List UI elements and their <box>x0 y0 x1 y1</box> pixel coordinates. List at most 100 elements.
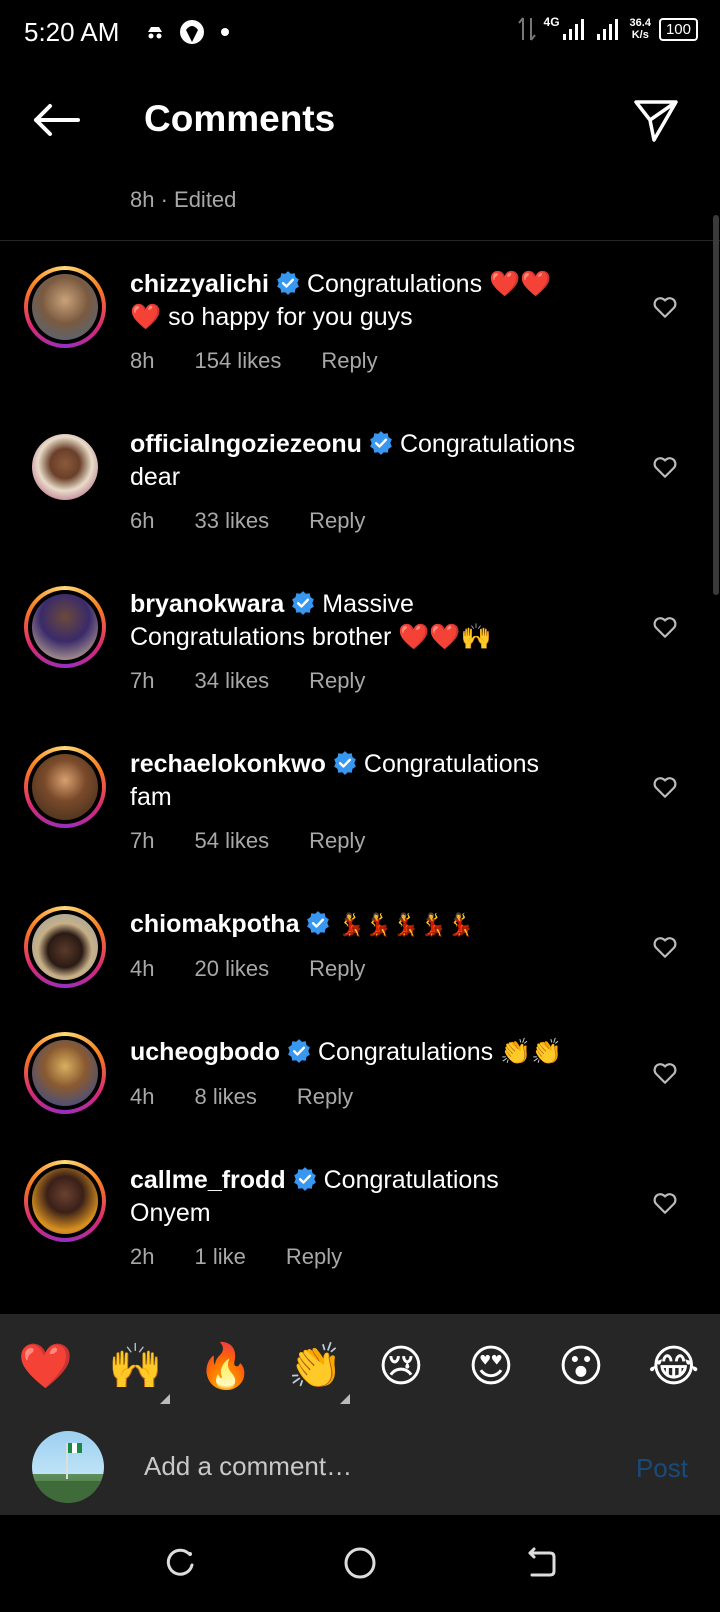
comment-username[interactable]: chiomakpotha <box>130 910 299 938</box>
reply-button[interactable]: Reply <box>297 1084 353 1110</box>
avatar[interactable] <box>24 746 106 828</box>
avatar-image <box>32 1168 98 1234</box>
heart-icon[interactable] <box>652 774 678 800</box>
comment-meta: 8h 154 likes Reply <box>130 348 418 374</box>
comment-message-continued: ❤️ so happy for you guys <box>130 303 413 331</box>
avatar[interactable] <box>24 906 106 988</box>
verified-badge-icon <box>370 431 392 455</box>
reply-button[interactable]: Reply <box>321 348 377 374</box>
reply-button[interactable]: Reply <box>309 668 365 694</box>
comment-username[interactable]: rechaelokonkwo <box>130 750 326 778</box>
back-arrow-icon[interactable] <box>30 100 82 140</box>
recent-apps-icon[interactable] <box>162 1545 198 1581</box>
heart-icon[interactable] <box>652 454 678 480</box>
post-button[interactable]: Post <box>636 1453 688 1484</box>
comment-message: Congratulations <box>399 430 576 458</box>
comment-message: Congratulations ❤️❤️ <box>306 270 552 298</box>
comment-input[interactable]: Add a comment… <box>144 1451 352 1482</box>
scrollbar[interactable] <box>713 215 719 595</box>
my-avatar[interactable] <box>32 1431 104 1503</box>
comment-meta: 2h 1 like Reply <box>130 1244 382 1270</box>
comment-message: Massive <box>322 590 414 618</box>
incognito-icon <box>148 27 162 39</box>
comment-meta: 7h 34 likes Reply <box>130 668 405 694</box>
comment-time: 4h <box>130 1084 155 1109</box>
comment-likes[interactable]: 20 likes <box>194 956 269 982</box>
back-nav-icon[interactable] <box>522 1545 558 1581</box>
reply-button[interactable]: Reply <box>309 508 365 534</box>
status-notification-icons <box>146 18 230 46</box>
emoji-reaction-bar: ❤️ 🙌 🔥 👏 😢 😍 😮 😂 <box>0 1314 720 1419</box>
battery-indicator: 100 <box>658 17 698 41</box>
avatar[interactable] <box>24 1032 106 1114</box>
verified-badge-icon <box>293 1167 316 1191</box>
comment-likes[interactable]: 154 likes <box>194 348 281 374</box>
heart-icon[interactable] <box>652 1190 678 1216</box>
heart-icon[interactable] <box>652 614 678 640</box>
reply-button[interactable]: Reply <box>309 956 365 982</box>
comment-likes[interactable]: 8 likes <box>194 1084 256 1110</box>
avatar[interactable] <box>24 586 106 668</box>
comment-time: 4h <box>130 956 155 981</box>
verified-badge-icon <box>334 751 356 775</box>
comment-username[interactable]: bryanokwara <box>130 590 284 618</box>
avatar[interactable] <box>24 426 106 508</box>
status-time: 5:20 AM <box>24 17 120 47</box>
reply-button[interactable]: Reply <box>286 1244 342 1270</box>
comment-likes[interactable]: 34 likes <box>194 668 269 694</box>
system-nav-bar <box>0 1515 720 1612</box>
comment-username[interactable]: chizzyalichi <box>130 270 269 298</box>
comment-likes[interactable]: 54 likes <box>194 828 269 854</box>
emoji-heart[interactable]: ❤️ <box>18 1342 73 1392</box>
emoji-raised-hands[interactable]: 🙌 <box>108 1342 163 1392</box>
comment-meta: 4h 20 likes Reply <box>130 956 405 982</box>
comment-message: 💃💃💃💃💃 <box>337 912 475 937</box>
reply-button[interactable]: Reply <box>309 828 365 854</box>
heart-icon[interactable] <box>652 1060 678 1086</box>
network-speed: 36.4 K/s <box>629 17 651 41</box>
caption-meta: 8h · Edited <box>130 187 237 212</box>
signal-icon-2 <box>596 19 618 40</box>
comment-message: Congratulations <box>363 750 540 778</box>
comment-text: chiomakpotha 💃💃💃💃💃 <box>130 908 620 941</box>
comment-likes[interactable]: 33 likes <box>194 508 269 534</box>
avatar-image <box>32 754 98 820</box>
comment-username[interactable]: officialngoziezeonu <box>130 430 362 458</box>
comment-time: 7h <box>130 828 155 853</box>
emoji-fire[interactable]: 🔥 <box>198 1342 253 1392</box>
comment-time: 8h <box>130 348 155 373</box>
avatar[interactable] <box>24 1160 106 1242</box>
send-icon[interactable] <box>632 96 680 144</box>
comment-message: Congratulations 👏👏 <box>317 1038 563 1066</box>
comment-username[interactable]: ucheogbodo <box>130 1038 280 1066</box>
comment-username[interactable]: callme_frodd <box>130 1166 286 1194</box>
comment-time: 2h <box>130 1244 155 1269</box>
comment-likes[interactable]: 1 like <box>194 1244 245 1270</box>
home-icon[interactable] <box>342 1545 378 1581</box>
comment-text: chizzyalichi Congratulations ❤️❤️ ❤️ so ha… <box>130 268 620 334</box>
heart-icon[interactable] <box>652 934 678 960</box>
comment-input-bar: Add a comment… Post <box>0 1419 720 1515</box>
emoji-surprised[interactable]: 😮 <box>558 1342 604 1392</box>
emoji-laughing[interactable]: 😂 <box>648 1342 699 1392</box>
comment-text: callme_frodd Congratulations Onyem <box>130 1164 620 1230</box>
data-arrows-icon <box>517 17 536 41</box>
comment-text: rechaelokonkwo Congratulations fam <box>130 748 620 814</box>
skin-tone-indicator-icon <box>160 1394 170 1404</box>
avatar-image <box>32 1443 104 1503</box>
emoji-clap[interactable]: 👏 <box>288 1342 343 1392</box>
emoji-heart-eyes[interactable]: 😍 <box>468 1342 514 1392</box>
signal-icon <box>562 19 584 40</box>
comment-time: 7h <box>130 668 155 693</box>
avatar[interactable] <box>24 266 106 348</box>
emoji-crying[interactable]: 😢 <box>378 1342 424 1392</box>
avatar-image <box>32 594 98 660</box>
page-title: Comments <box>144 98 336 139</box>
avatar-image <box>32 1040 98 1106</box>
header: Comments <box>0 80 720 160</box>
avatar-image <box>32 914 98 980</box>
status-bar: 5:20 AM 4G 36.4 K/s 100 <box>0 0 720 66</box>
status-right-icons: 4G 36.4 K/s 100 <box>517 15 698 42</box>
comment-meta: 4h 8 likes Reply <box>130 1084 393 1110</box>
heart-icon[interactable] <box>652 294 678 320</box>
